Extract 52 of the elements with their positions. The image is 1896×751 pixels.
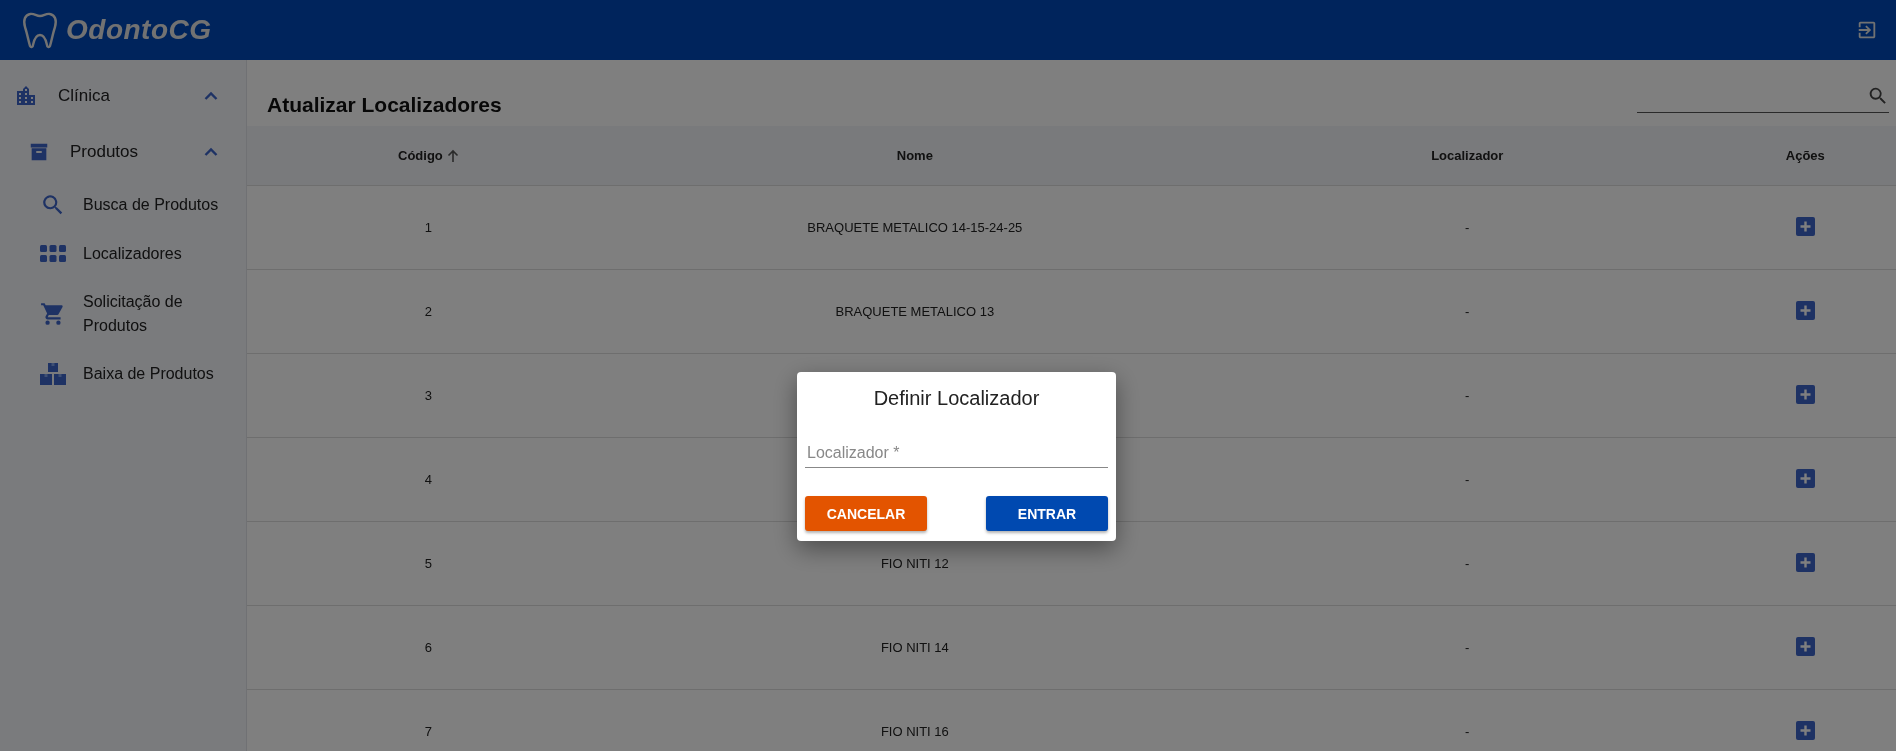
chevron-icon[interactable] [204,91,218,101]
code-cell: 2 [424,304,432,319]
name-cell: FIO NITI 14 [880,640,949,655]
locator-cell: - [1465,472,1470,487]
name-cell: BRAQUETE METALICO 14-15-24-25 [807,220,1023,235]
code-cell: 6 [424,640,432,655]
code-cell: 3 [424,388,432,403]
locator-input[interactable]: Localizador * [805,438,1108,468]
add-button[interactable] [1795,552,1815,572]
column-header[interactable]: Ações [1785,148,1825,163]
code-cell: 7 [424,724,432,739]
add-button[interactable] [1795,384,1815,404]
add-button[interactable] [1795,300,1815,320]
locator-cell: - [1465,388,1470,403]
dialog-title: Definir Localizador [872,386,1041,411]
locator-cell: - [1465,556,1470,571]
sidebar-item[interactable]: Busca de Produtos [0,180,246,230]
add-button[interactable] [1795,216,1815,236]
submit-button[interactable]: ENTRAR [986,496,1108,531]
column-header[interactable]: Nome [896,148,933,163]
sidebar-item[interactable]: Solicitação de Produtos [0,278,246,350]
locator-cell: - [1465,220,1470,235]
locator-cell: - [1465,304,1470,319]
add-button[interactable] [1795,720,1815,740]
code-cell: 1 [424,220,432,235]
logout-icon[interactable] [1856,19,1878,41]
sidebar-item[interactable]: Baixa de Produtos [0,350,246,398]
grid-icon [40,244,66,264]
boxes-icon [40,362,66,386]
locator-cell: - [1465,640,1470,655]
cancel-button[interactable]: CANCELAR [805,496,927,531]
column-header[interactable]: Código [398,148,443,163]
sidebar-group[interactable]: Produtos [0,124,246,180]
locator-cell: - [1465,724,1470,739]
chevron-icon[interactable] [204,147,218,157]
page-title: Atualizar Localizadores [267,93,502,117]
archive-icon [28,141,50,163]
name-cell: FIO NITI 16 [880,724,949,739]
code-cell: 5 [424,556,432,571]
code-cell: 4 [424,472,432,487]
cart-icon [40,301,66,327]
brand-name: OdontoCG [66,14,212,46]
sidebar-group[interactable]: Clínica [0,68,246,124]
sort-arrow-icon[interactable] [446,148,459,163]
add-button[interactable] [1795,468,1815,488]
building-icon [14,84,38,108]
name-cell: BRAQUETE METALICO 13 [835,304,995,319]
name-cell: FIO NITI 12 [880,556,949,571]
column-header[interactable]: Localizador [1431,148,1504,163]
add-button[interactable] [1795,636,1815,656]
sidebar-item[interactable]: Localizadores [0,230,246,278]
tooth-logo-icon [22,11,58,49]
